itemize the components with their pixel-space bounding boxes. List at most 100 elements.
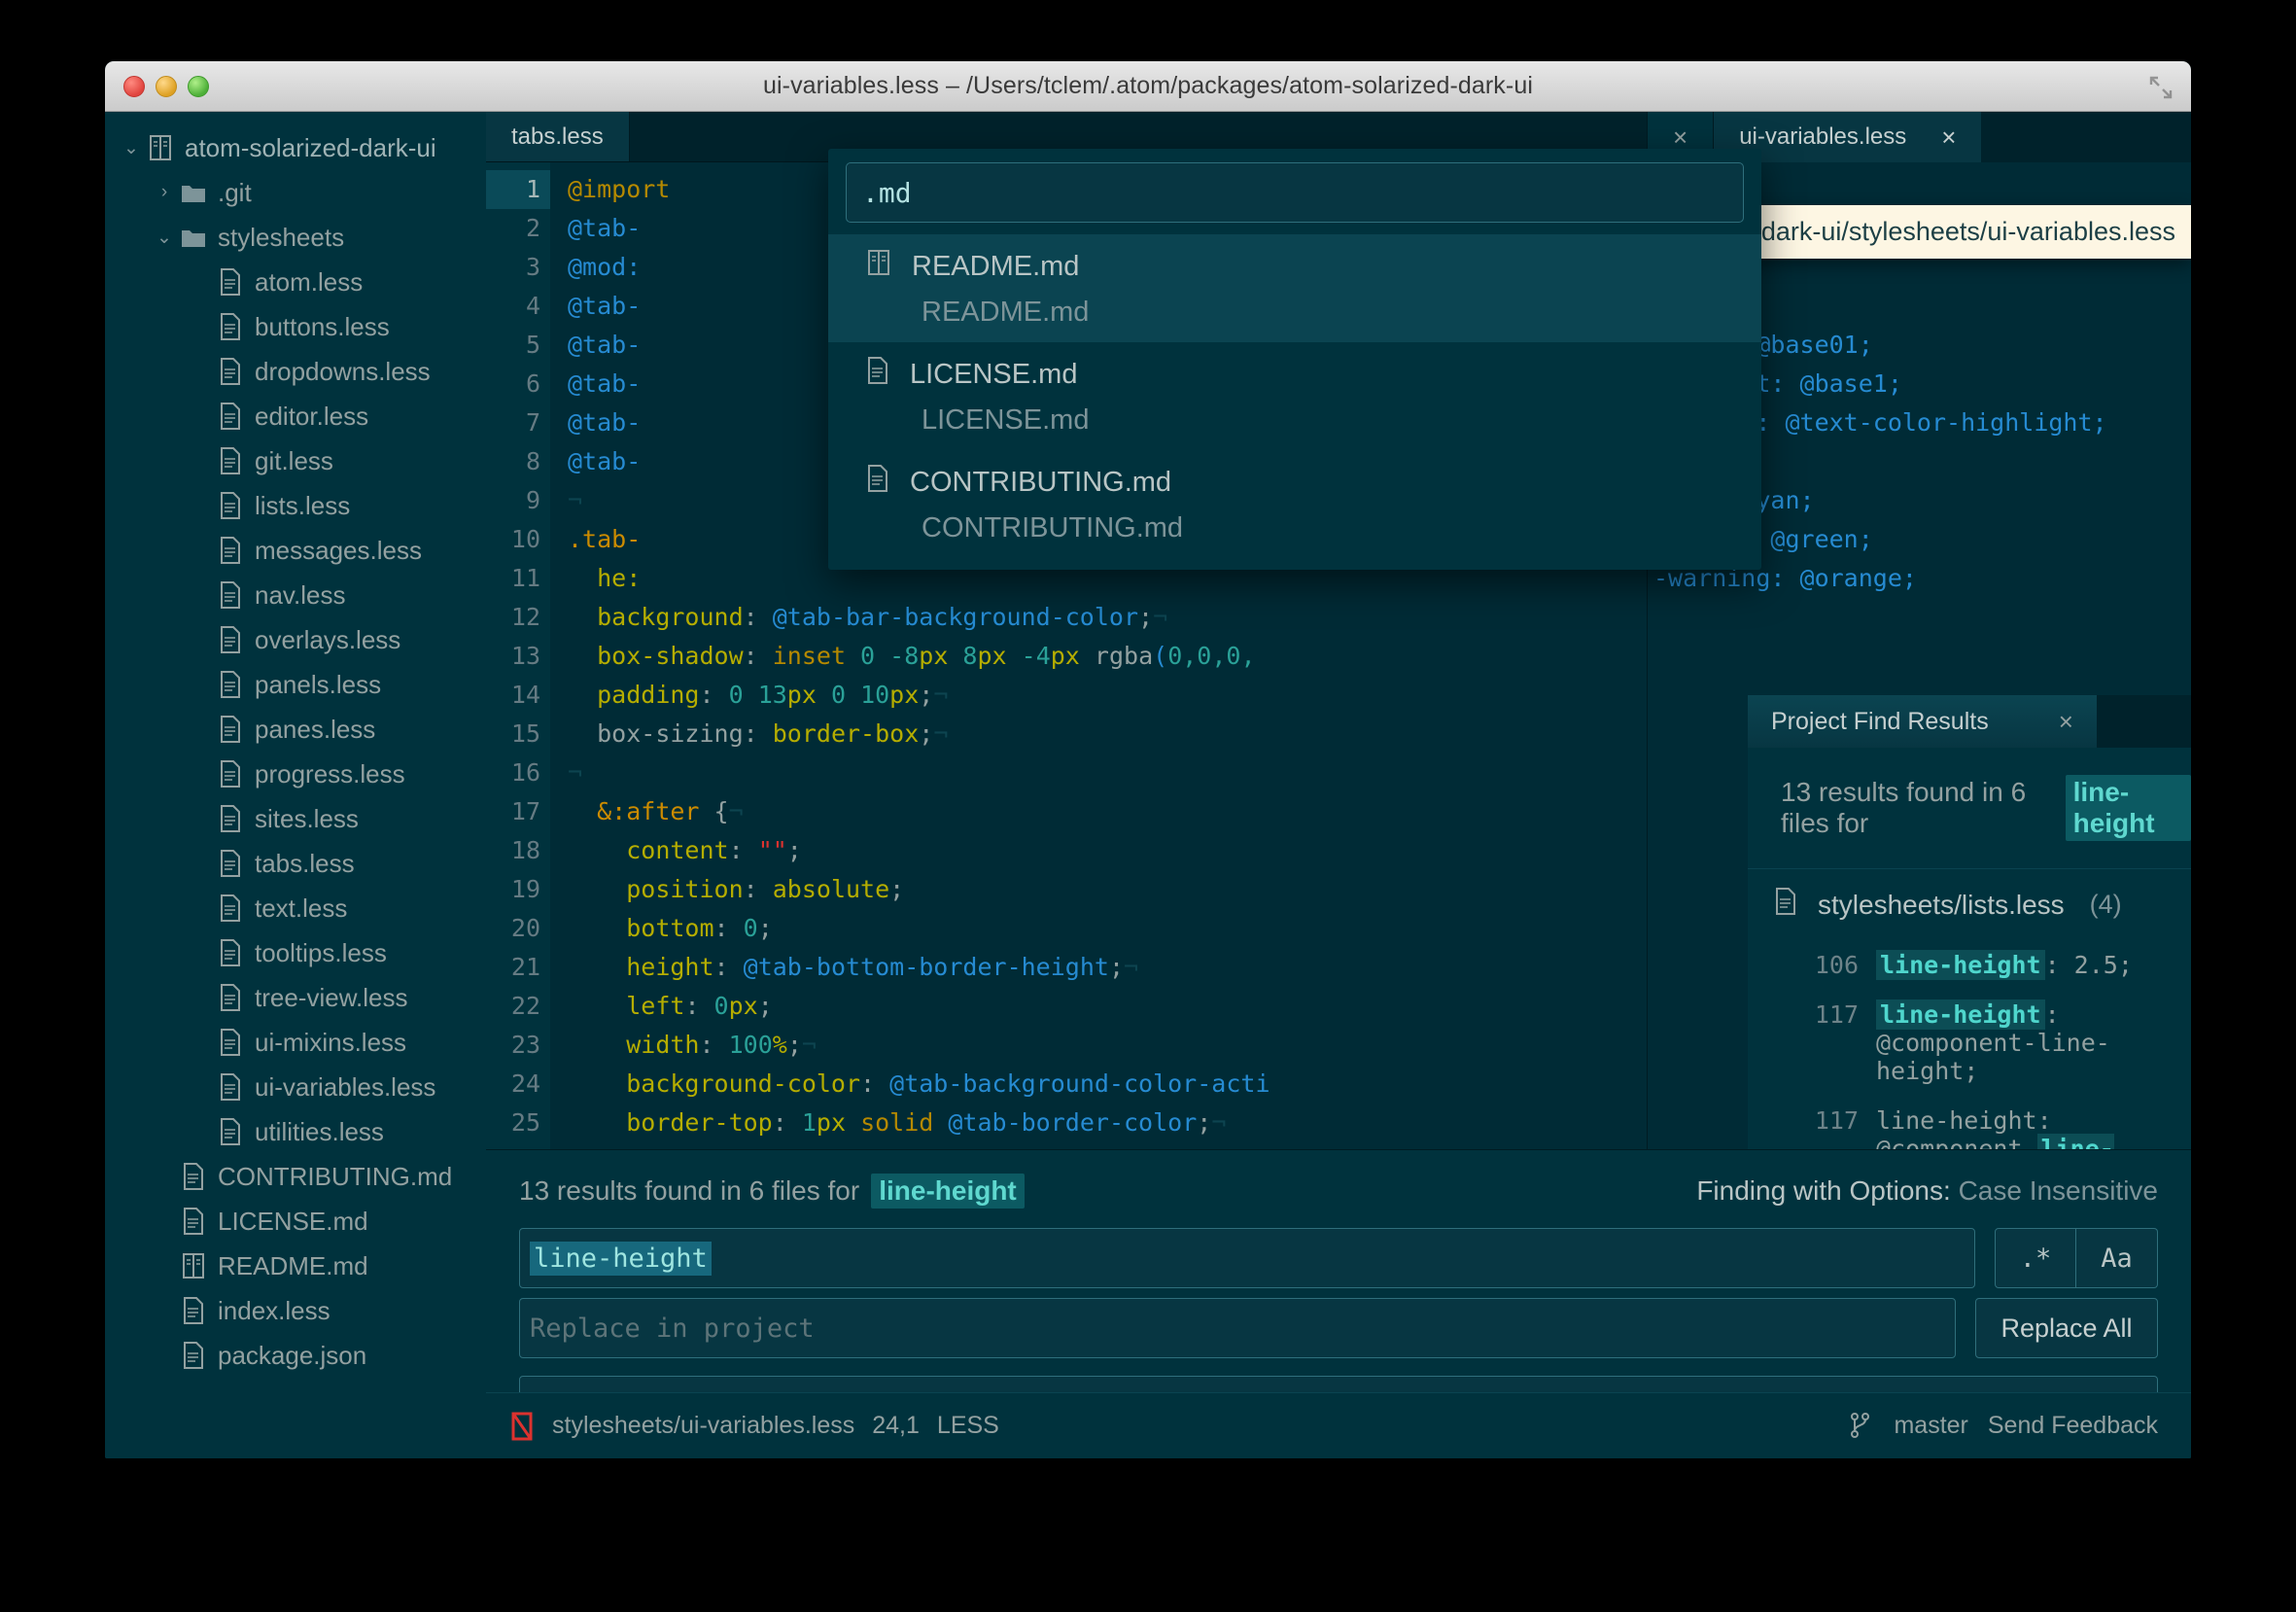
fuzzy-finder-result[interactable]: README.md README.md	[828, 234, 1761, 342]
code-token: height	[626, 953, 714, 981]
window-title: ui-variables.less – /Users/tclem/.atom/p…	[762, 72, 1533, 99]
close-window-button[interactable]	[123, 75, 145, 97]
tree-item-utilities-less[interactable]: utilities.less	[105, 1109, 486, 1154]
tree-item-tooltips-less[interactable]: tooltips.less	[105, 930, 486, 975]
tab-tabs-less[interactable]: tabs.less	[486, 112, 630, 161]
send-feedback-link[interactable]: Send Feedback	[1988, 1412, 2158, 1440]
tree-item-nav-less[interactable]: nav.less	[105, 573, 486, 617]
find-option-buttons: .* Aa	[1995, 1228, 2158, 1288]
tree-item-package-json[interactable]: package.json	[105, 1333, 486, 1378]
code-token: rgba	[1079, 642, 1154, 670]
modified-file-icon	[509, 1412, 535, 1441]
fuzzy-result-name: README.md	[912, 250, 1080, 282]
tree-item-readme-md[interactable]: README.md	[105, 1244, 486, 1288]
tab-project-find-results[interactable]: Project Find Results ×	[1748, 695, 2097, 748]
tree-item-license-md[interactable]: LICENSE.md	[105, 1199, 486, 1244]
find-input[interactable]: line-height	[519, 1228, 1975, 1288]
tree-item-editor-less[interactable]: editor.less	[105, 394, 486, 438]
replace-input[interactable]: Replace in project	[519, 1298, 1956, 1358]
code-token: absolute	[772, 875, 890, 903]
tree-item-text-less[interactable]: text.less	[105, 886, 486, 930]
tree-item-ui-mixins-less[interactable]: ui-mixins.less	[105, 1020, 486, 1065]
code-token: @import	[568, 175, 671, 203]
fuzzy-finder-modal[interactable]: .md README.md README.md LICENSE.md LICENSE.…	[828, 149, 1761, 570]
tree-item-label: dropdowns.less	[255, 356, 431, 386]
tree-item-label: progress.less	[255, 758, 405, 788]
file-icon	[214, 938, 247, 967]
code-token: inset	[772, 642, 846, 670]
tree-item-git-less[interactable]: git.less	[105, 438, 486, 483]
regex-toggle-button[interactable]: .*	[1995, 1228, 2076, 1288]
code-token: left	[626, 992, 685, 1020]
code-token: content	[626, 836, 729, 864]
result-file-header[interactable]: stylesheets/lists.less (4)	[1748, 869, 2191, 940]
tree-item-messages-less[interactable]: messages.less	[105, 528, 486, 573]
file-icon	[1773, 887, 1798, 923]
result-match-row[interactable]: 117 line-height: @component-line-height;	[1748, 990, 2191, 1096]
file-icon	[214, 894, 247, 923]
disclosure-twisty-icon[interactable]: ›	[152, 182, 177, 203]
status-file-path[interactable]: stylesheets/ui-variables.less	[552, 1412, 854, 1440]
tree-view[interactable]: ⌄ atom-solarized-dark-ui › .git ⌄ stylesheets…	[105, 112, 486, 1458]
file-icon	[214, 1028, 247, 1057]
disclosure-twisty-icon[interactable]: ⌄	[119, 137, 144, 159]
close-icon[interactable]: ×	[1941, 123, 1956, 153]
tree-item-label: text.less	[255, 893, 348, 923]
line-number: 18	[510, 836, 540, 864]
status-git-branch[interactable]: master	[1894, 1412, 1967, 1440]
tree-item--git[interactable]: › .git	[105, 170, 486, 215]
fullscreen-icon[interactable]	[2148, 75, 2174, 100]
fuzzy-finder-result[interactable]: CONTRIBUTING.md CONTRIBUTING.md	[828, 450, 1761, 558]
status-grammar[interactable]: LESS	[937, 1412, 999, 1440]
tree-item-overlays-less[interactable]: overlays.less	[105, 617, 486, 662]
line-number: 14	[510, 681, 540, 709]
result-match-line-number: 117	[1814, 1106, 1859, 1135]
file-icon	[214, 536, 247, 565]
line-number: 11	[510, 564, 540, 592]
result-match-row[interactable]: 106 line-height: 2.5;	[1748, 940, 2191, 990]
result-match-highlight: line-height	[1876, 950, 2045, 980]
tree-item-sites-less[interactable]: sites.less	[105, 796, 486, 841]
code-token: @tab-	[568, 292, 642, 320]
tree-item-tree-view-less[interactable]: tree-view.less	[105, 975, 486, 1020]
tree-item-panes-less[interactable]: panes.less	[105, 707, 486, 752]
tree-item-contributing-md[interactable]: CONTRIBUTING.md	[105, 1154, 486, 1199]
tree-item-atom-solarized-dark-ui[interactable]: ⌄ atom-solarized-dark-ui	[105, 125, 486, 170]
case-sensitivity-toggle-button[interactable]: Aa	[2076, 1228, 2158, 1288]
fuzzy-finder-input[interactable]: .md	[846, 162, 1744, 223]
line-number: 8	[525, 447, 540, 475]
status-bar-right: master Send Feedback	[1849, 1412, 2158, 1441]
line-number: 1	[486, 170, 550, 209]
tree-item-index-less[interactable]: index.less	[105, 1288, 486, 1333]
code-token: 8	[948, 642, 978, 670]
minimize-window-button[interactable]	[156, 75, 177, 97]
tree-item-lists-less[interactable]: lists.less	[105, 483, 486, 528]
close-icon[interactable]: ×	[2059, 707, 2073, 737]
tree-item-atom-less[interactable]: atom.less	[105, 260, 486, 304]
disclosure-twisty-icon[interactable]: ⌄	[152, 227, 177, 249]
tree-item-progress-less[interactable]: progress.less	[105, 752, 486, 796]
replace-all-button[interactable]: Replace All	[1975, 1298, 2158, 1358]
tree-item-dropdowns-less[interactable]: dropdowns.less	[105, 349, 486, 394]
tree-item-stylesheets[interactable]: ⌄ stylesheets	[105, 215, 486, 260]
line-number: 4	[525, 292, 540, 320]
tree-item-panels-less[interactable]: panels.less	[105, 662, 486, 707]
code-token: ;	[919, 681, 934, 709]
fuzzy-finder-results[interactable]: README.md README.md LICENSE.md LICENSE.md CO…	[828, 234, 1761, 570]
tab-label: ui-variables.less	[1739, 123, 1907, 150]
tree-item-ui-variables-less[interactable]: ui-variables.less	[105, 1065, 486, 1109]
tree-item-buttons-less[interactable]: buttons.less	[105, 304, 486, 349]
tree-item-tabs-less[interactable]: tabs.less	[105, 841, 486, 886]
code-token: :	[713, 953, 744, 981]
code-token: 100	[728, 1031, 773, 1059]
fuzzy-finder-result[interactable]: LICENSE.md LICENSE.md	[828, 342, 1761, 450]
code-token: :	[772, 1108, 802, 1137]
tree-item-label: tabs.less	[255, 848, 355, 878]
file-icon	[177, 1207, 210, 1236]
status-cursor-position[interactable]: 24,1	[872, 1412, 920, 1440]
file-icon	[214, 491, 247, 520]
zoom-window-button[interactable]	[188, 75, 209, 97]
code-token: ;	[786, 1031, 802, 1059]
code-token: px	[977, 642, 1007, 670]
